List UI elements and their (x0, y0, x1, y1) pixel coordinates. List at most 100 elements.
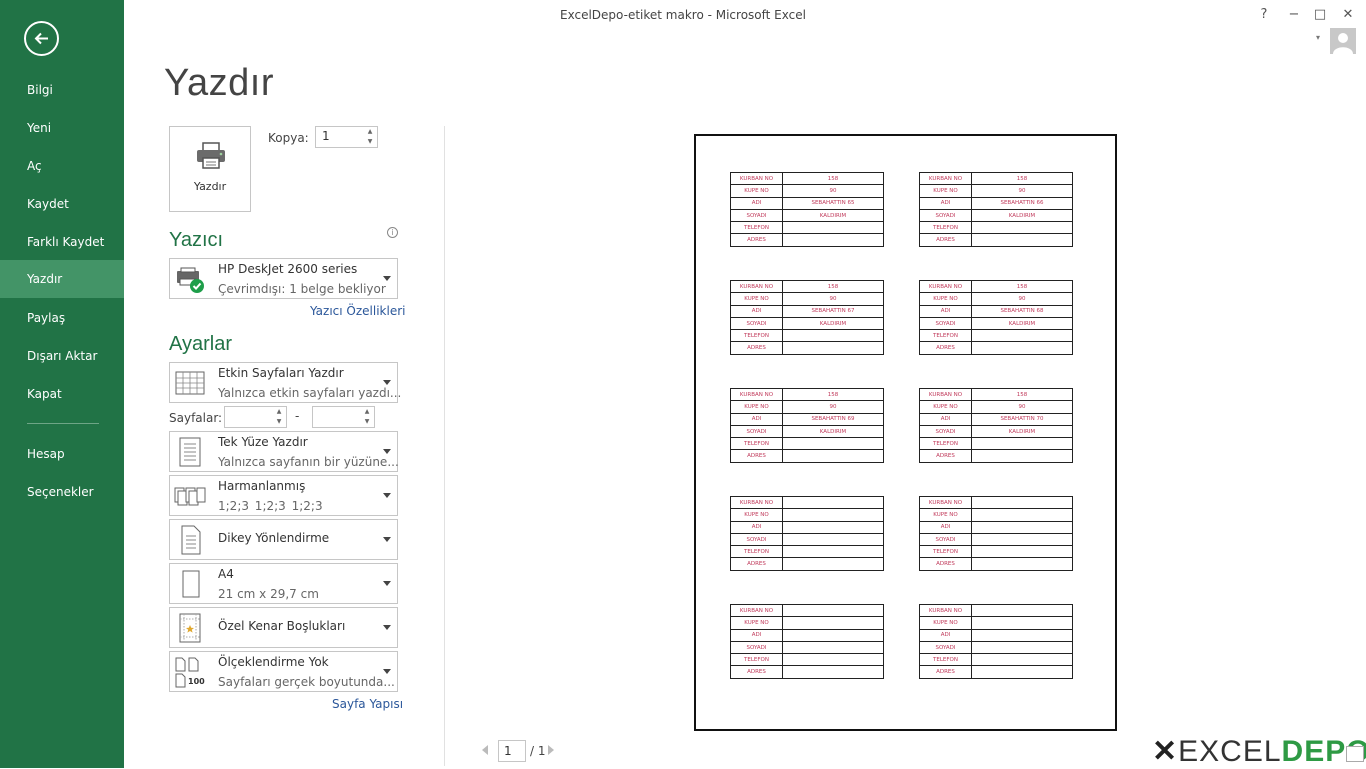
label-field-name: ADI (730, 628, 783, 642)
label-field-name: KURBAN NO (919, 603, 972, 618)
next-page-icon[interactable] (548, 745, 554, 755)
scaling-title: Ölçeklendirme Yok (218, 655, 329, 669)
nav-item-secenekler[interactable]: Seçenekler (0, 473, 124, 511)
settings-section-title: Ayarlar (169, 333, 232, 355)
page-title: Yazdır (164, 62, 275, 104)
print-button[interactable]: Yazdır (169, 126, 251, 212)
scaling-dropdown[interactable]: 100 Ölçeklendirme Yok Sayfaları gerçek b… (169, 651, 398, 692)
printer-properties-link[interactable]: Yazıcı Özellikleri (310, 304, 405, 318)
avatar[interactable] (1330, 28, 1356, 54)
nav-item-farkli-kaydet[interactable]: Farklı Kaydet (0, 223, 124, 261)
label-field-name: SOYADI (730, 424, 783, 439)
nav-item-hesap[interactable]: Hesap (0, 435, 124, 473)
back-arrow-icon (34, 32, 48, 45)
nav-item-kaydet[interactable]: Kaydet (0, 185, 124, 223)
label-field-value (782, 640, 884, 655)
nav-item-kapat[interactable]: Kapat (0, 375, 124, 413)
label-card: KURBAN NO 158 KUPE NO 90 ADI SEBAHATTIN 67 SOY… (730, 279, 884, 355)
copies-stepper[interactable]: 1 ▲ ▼ (315, 126, 378, 148)
pages-from-up-icon[interactable]: ▲ (272, 407, 286, 417)
orientation-dropdown[interactable]: Dikey Yönlendirme (169, 519, 398, 560)
custom-margins-icon (179, 613, 201, 643)
nav-item-bilgi[interactable]: Bilgi (0, 71, 124, 109)
label-field-value (782, 221, 884, 235)
sides-dropdown[interactable]: Tek Yüze Yazdır Yalnızca sayfanın bir yü… (169, 431, 399, 472)
zoom-to-page-icon[interactable] (1346, 746, 1364, 762)
label-field-name: SOYADI (919, 208, 972, 223)
pages-to-down-icon[interactable]: ▼ (360, 417, 374, 427)
chevron-down-icon (383, 448, 391, 454)
label-field-name: ADI (919, 304, 972, 318)
label-field-name: ADI (730, 196, 783, 210)
nav-item-disari-aktar[interactable]: Dışarı Aktar (0, 337, 124, 375)
print-what-dropdown[interactable]: Etkin Sayfaları Yazdır Yalnızca etkin sa… (169, 362, 401, 403)
label-field-value (971, 449, 1073, 463)
label-field-value (971, 665, 1073, 679)
pages-to-stepper[interactable]: ▲ ▼ (312, 406, 375, 428)
label-field-name: KUPE NO (919, 616, 972, 630)
help-button[interactable]: ? (1254, 6, 1274, 24)
label-field-value (782, 616, 884, 630)
collate-dropdown[interactable]: Harmanlanmış 1;2;3 1;2;3 1;2;3 (169, 475, 398, 516)
label-field-value (782, 557, 884, 571)
back-button[interactable] (24, 21, 59, 56)
pages-from-stepper[interactable]: ▲ ▼ (224, 406, 287, 428)
info-icon[interactable]: i (387, 227, 398, 238)
label-field-name: SOYADI (730, 532, 783, 547)
label-field-value (971, 532, 1073, 547)
label-field-name: ADI (919, 412, 972, 426)
label-field-value: 90 (971, 292, 1073, 306)
label-field-name: TELEFON (730, 221, 783, 235)
page-number-input[interactable]: 1 (498, 740, 526, 762)
label-field-value: SEBAHATTIN 69 (782, 412, 884, 426)
label-field-name: KURBAN NO (919, 171, 972, 186)
label-field-name: TELEFON (919, 437, 972, 451)
chevron-down-icon (383, 580, 391, 586)
label-field-name: KUPE NO (730, 508, 783, 522)
nav-item-ac[interactable]: Aç (0, 147, 124, 185)
pages-from-down-icon[interactable]: ▼ (272, 417, 286, 427)
label-field-value: SEBAHATTIN 65 (782, 196, 884, 210)
nav-item-yazdir[interactable]: Yazdır (0, 260, 124, 298)
label-field-value: 90 (782, 400, 884, 414)
close-button[interactable]: ✕ (1338, 6, 1358, 24)
label-field-name: ADRES (919, 449, 972, 463)
printer-dropdown[interactable]: HP DeskJet 2600 series Çevrimdışı: 1 bel… (169, 258, 398, 299)
printer-name: HP DeskJet 2600 series (218, 262, 358, 276)
pages-to-up-icon[interactable]: ▲ (360, 407, 374, 417)
page-setup-link[interactable]: Sayfa Yapısı (332, 697, 403, 711)
margins-dropdown[interactable]: Özel Kenar Boşlukları (169, 607, 398, 648)
label-field-name: SOYADI (730, 640, 783, 655)
label-field-value (782, 329, 884, 343)
copies-up-icon[interactable]: ▲ (363, 127, 377, 137)
paper-size-subtitle: 21 cm x 29,7 cm (218, 587, 319, 601)
label-field-value (971, 628, 1073, 642)
exceldepo-logo: ✕EXCELDEPO (1152, 735, 1366, 768)
nav-separator (27, 423, 99, 424)
label-field-value (782, 520, 884, 534)
label-field-name: KUPE NO (730, 292, 783, 306)
label-field-value (782, 532, 884, 547)
user-icon (1333, 33, 1353, 54)
maximize-button[interactable]: □ (1310, 6, 1330, 24)
label-field-name: ADRES (730, 341, 783, 355)
label-field-name: KURBAN NO (730, 387, 783, 402)
label-card: KURBAN NO 158 KUPE NO 90 ADI SEBAHATTIN 70 SOY… (919, 387, 1073, 463)
label-field-name: KUPE NO (919, 508, 972, 522)
paper-size-dropdown[interactable]: A4 21 cm x 29,7 cm (169, 563, 398, 604)
nav-item-yeni[interactable]: Yeni (0, 109, 124, 147)
label-field-value (971, 221, 1073, 235)
copies-value: 1 (322, 129, 330, 143)
label-field-name: KUPE NO (730, 184, 783, 198)
label-field-name: SOYADI (919, 316, 972, 331)
label-field-value: 158 (782, 171, 884, 186)
minimize-button[interactable]: − (1284, 6, 1304, 24)
label-field-name: KURBAN NO (919, 387, 972, 402)
copies-down-icon[interactable]: ▼ (363, 137, 377, 147)
label-card: KURBAN NO KUPE NO ADI SOYADI TELEFON ADRES (730, 495, 884, 571)
label-field-value: KALDIRIM (782, 316, 884, 331)
previous-page-icon[interactable] (482, 745, 488, 755)
label-field-name: ADRES (730, 665, 783, 679)
account-dropdown-icon[interactable]: ▾ (1316, 33, 1320, 42)
nav-item-paylas[interactable]: Paylaş (0, 299, 124, 337)
